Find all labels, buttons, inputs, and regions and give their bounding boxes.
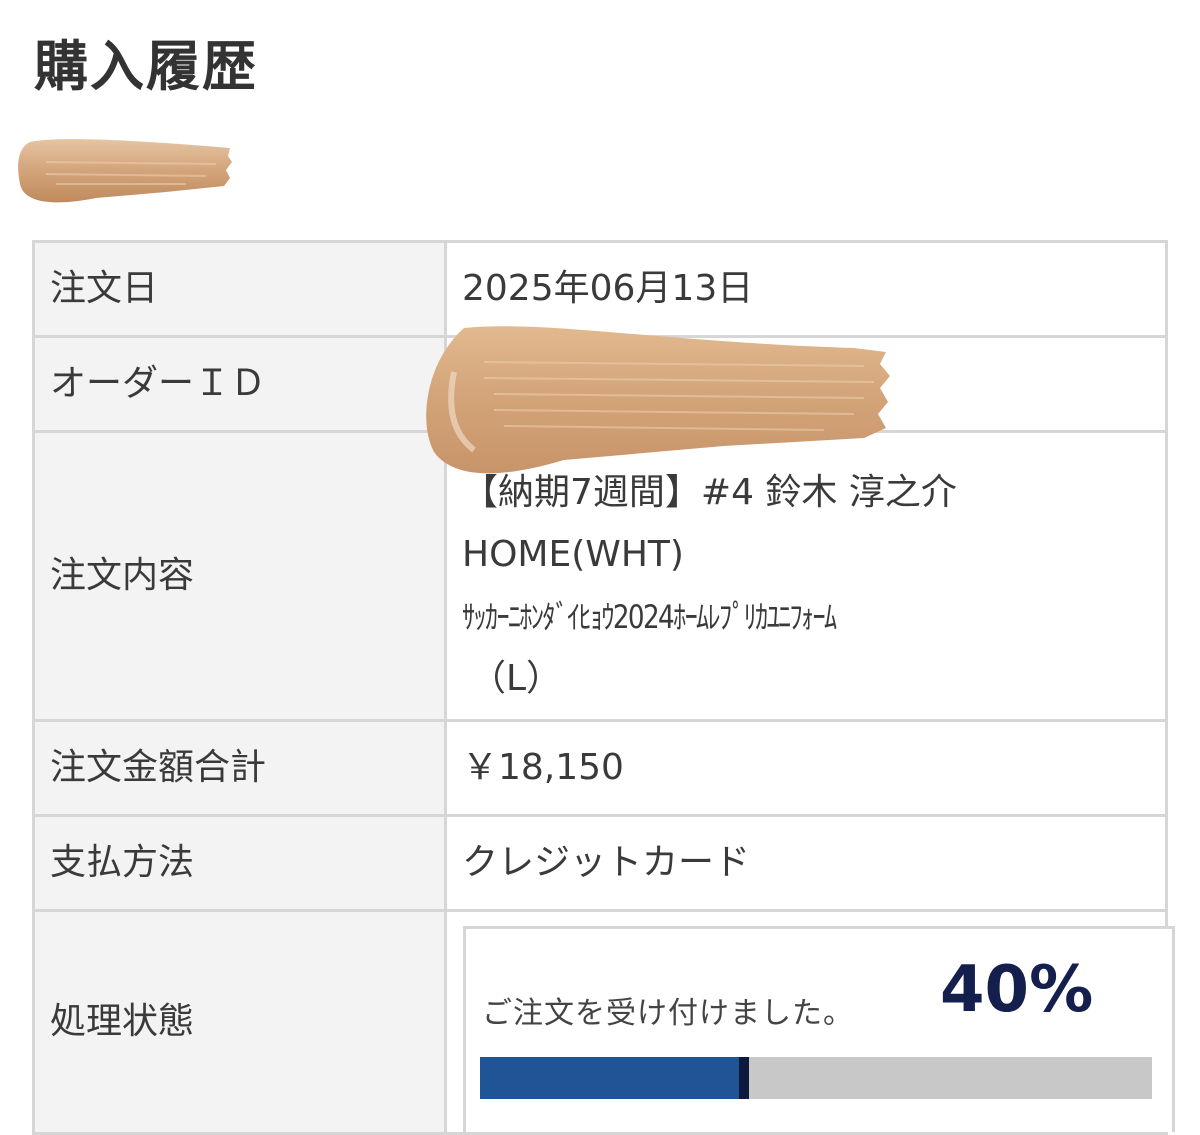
order-date-value: 2025年06月13日 [444,240,1168,338]
table-row-order-id: オーダーＩＤ [32,335,1168,433]
payment-method-value: クレジットカード [444,814,1168,912]
status-message: ご注文を受け付けました。 [482,996,854,1031]
table-row-order-content: 注文内容 【納期7週間】#4 鈴木 淳之介 HOME(WHT) ｻｯｶｰﾆﾎﾝﾀ… [32,430,1168,722]
processing-status-cell: ご注文を受け付けました。 40% [444,909,1175,1135]
order-content-title: 【納期7週間】#4 鈴木 淳之介 [462,472,957,513]
table-row-order-date: 注文日 2025年06月13日 [32,240,1168,338]
order-total-label: 注文金額合計 [32,719,447,817]
table-row-payment-method: 支払方法 クレジットカード [32,814,1168,912]
order-content-variant: HOME(WHT) [462,534,684,575]
order-id-value [444,335,1168,433]
order-date-label: 注文日 [32,240,447,338]
table-row-processing-status: 処理状態 ご注文を受け付けました。 40% [32,909,1175,1135]
progress-bar-fill [480,1057,749,1099]
order-content-product-name: ｻｯｶｰﾆﾎﾝﾀﾞｲﾋｮｳ2024ﾎｰﾑﾚﾌﾟﾘｶﾕﾆﾌｫｰﾑ [462,598,837,636]
order-content-value: 【納期7週間】#4 鈴木 淳之介 HOME(WHT) ｻｯｶｰﾆﾎﾝﾀﾞｲﾋｮｳ… [444,430,1168,722]
order-content-label: 注文内容 [32,430,447,722]
payment-method-label: 支払方法 [32,814,447,912]
processing-status-label: 処理状態 [32,909,447,1135]
order-id-label: オーダーＩＤ [32,335,447,433]
progress-bar-marker [739,1057,749,1099]
table-row-order-total: 注文金額合計 ￥18,150 [32,719,1168,817]
status-panel: ご注文を受け付けました。 40% [463,926,1175,1132]
progress-bar-track [480,1057,1152,1099]
order-history-table: 注文日 2025年06月13日 オーダーＩＤ 注文内容 【納期7週間】#4 鈴木… [32,240,1175,1135]
status-percent: 40% [940,953,1094,1027]
order-content-size: （L） [470,658,563,699]
redaction-mark [18,139,232,203]
order-total-value: ￥18,150 [444,719,1168,817]
page-title: 購入履歴 [34,35,258,98]
